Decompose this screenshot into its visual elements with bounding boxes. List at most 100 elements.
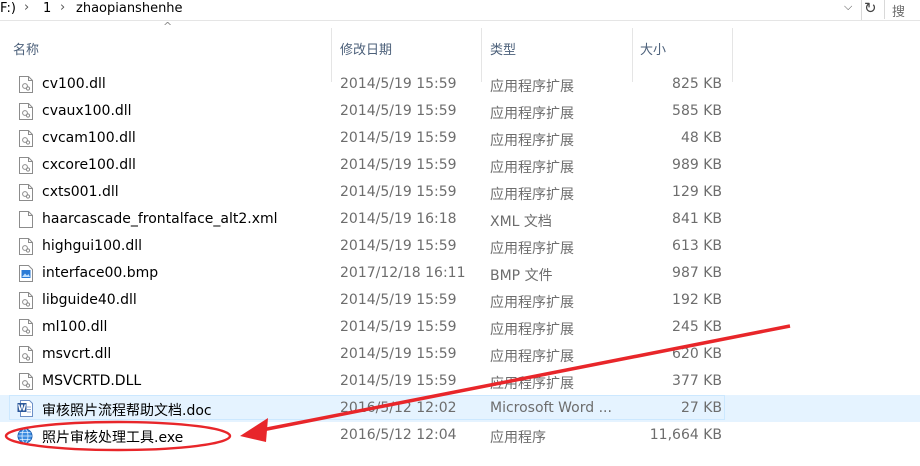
file-type: Microsoft Word ... — [490, 400, 612, 416]
exe-globe-icon — [17, 428, 33, 444]
file-type: 应用程序扩展 — [490, 349, 574, 365]
file-name: libguide40.dll — [42, 292, 137, 308]
file-name: cv100.dll — [42, 76, 106, 92]
file-row[interactable]: libguide40.dll 2014/5/19 15:59 应用程序扩展 19… — [0, 287, 920, 314]
file-type: 应用程序扩展 — [490, 187, 574, 203]
file-row[interactable]: ml100.dll 2014/5/19 15:59 应用程序扩展 245 KB — [0, 314, 920, 341]
file-name: highgui100.dll — [42, 238, 143, 254]
file-row[interactable]: cxcore100.dll 2014/5/19 15:59 应用程序扩展 989… — [0, 152, 920, 179]
file-name: msvcrt.dll — [42, 346, 112, 362]
file-date: 2014/5/19 15:59 — [340, 157, 457, 173]
file-type: XML 文档 — [490, 214, 552, 230]
file-row[interactable]: msvcrt.dll 2014/5/19 15:59 应用程序扩展 620 KB — [0, 341, 920, 368]
dll-file-icon — [19, 346, 33, 363]
file-name: interface00.bmp — [42, 265, 159, 281]
file-row[interactable]: 照片审核处理工具.exe 2016/5/12 12:04 应用程序 11,664… — [0, 422, 920, 449]
file-type: 应用程序扩展 — [490, 79, 574, 95]
breadcrumb-folder-current[interactable]: zhaopianshenhe — [76, 1, 183, 16]
file-size: 377 KB — [672, 373, 722, 389]
file-row[interactable]: interface00.bmp 2017/12/18 16:11 BMP 文件 … — [0, 260, 920, 287]
file-list: cv100.dll 2014/5/19 15:59 应用程序扩展 825 KB … — [0, 71, 920, 449]
file-name: ml100.dll — [42, 319, 108, 335]
file-size: 989 KB — [672, 157, 722, 173]
dll-file-icon — [19, 373, 33, 390]
file-date: 2014/5/19 15:59 — [340, 373, 457, 389]
search-input[interactable]: 搜 — [884, 0, 920, 20]
file-size: 825 KB — [672, 76, 722, 92]
breadcrumb-folder-1[interactable]: 1 — [43, 1, 51, 16]
file-type: 应用程序扩展 — [490, 376, 574, 392]
file-date: 2014/5/19 15:59 — [340, 130, 457, 146]
sort-ascending-icon: ^ — [163, 20, 173, 33]
file-name: 照片审核处理工具.exe — [42, 430, 184, 446]
dll-file-icon — [19, 319, 33, 336]
file-date: 2014/5/19 15:59 — [340, 238, 457, 254]
dll-file-icon — [19, 130, 33, 147]
file-type: 应用程序扩展 — [490, 241, 574, 257]
search-box-label: 搜 — [892, 5, 906, 20]
file-type: 应用程序扩展 — [490, 295, 574, 311]
dll-file-icon — [19, 103, 33, 120]
column-header-type[interactable]: 类型 — [490, 39, 516, 58]
file-type: 应用程序扩展 — [490, 106, 574, 122]
bmp-file-icon — [19, 265, 33, 282]
file-date: 2014/5/19 15:59 — [340, 292, 457, 308]
divider — [861, 0, 862, 20]
file-name: cxcore100.dll — [42, 157, 136, 173]
address-bar[interactable]: F:) › 1 › zhaopianshenhe ⌵ ↻ 搜 — [0, 0, 920, 21]
file-date: 2016/5/12 12:04 — [340, 427, 457, 443]
file-type: 应用程序 — [490, 430, 546, 446]
chevron-down-icon[interactable]: ⌵ — [844, 0, 852, 14]
file-size: 987 KB — [672, 265, 722, 281]
file-name: cvaux100.dll — [42, 103, 132, 119]
file-type: 应用程序扩展 — [490, 160, 574, 176]
file-row[interactable]: highgui100.dll 2014/5/19 15:59 应用程序扩展 61… — [0, 233, 920, 260]
column-header-name[interactable]: 名称 — [13, 39, 39, 58]
file-row[interactable]: haarcascade_frontalface_alt2.xml 2014/5/… — [0, 206, 920, 233]
svg-text:W: W — [18, 404, 27, 413]
column-header-size[interactable]: 大小 — [640, 39, 666, 58]
column-header-row: ^ 名称 修改日期 类型 大小 — [0, 20, 920, 82]
column-header-date[interactable]: 修改日期 — [340, 39, 392, 58]
file-size: 245 KB — [672, 319, 722, 335]
dll-file-icon — [19, 184, 33, 201]
word-doc-icon: W — [17, 400, 33, 417]
dll-file-icon — [19, 76, 33, 93]
file-size: 620 KB — [672, 346, 722, 362]
file-size: 27 KB — [680, 400, 722, 416]
file-name: 审核照片流程帮助文档.doc — [42, 403, 212, 419]
file-size: 11,664 KB — [649, 427, 722, 443]
file-row[interactable]: MSVCRTD.DLL 2014/5/19 15:59 应用程序扩展 377 K… — [0, 368, 920, 395]
file-size: 48 KB — [680, 130, 722, 146]
file-date: 2016/5/12 12:02 — [340, 400, 457, 416]
breadcrumb-drive[interactable]: F:) — [0, 1, 16, 16]
file-name: MSVCRTD.DLL — [42, 373, 142, 389]
file-date: 2014/5/19 15:59 — [340, 319, 457, 335]
file-date: 2014/5/19 15:59 — [340, 184, 457, 200]
file-name: haarcascade_frontalface_alt2.xml — [42, 211, 278, 227]
file-row[interactable]: cvcam100.dll 2014/5/19 15:59 应用程序扩展 48 K… — [0, 125, 920, 152]
dll-file-icon — [19, 292, 33, 309]
chevron-right-icon[interactable]: › — [60, 0, 65, 15]
file-size: 613 KB — [672, 238, 722, 254]
dll-file-icon — [19, 238, 33, 255]
file-type: 应用程序扩展 — [490, 133, 574, 149]
file-date: 2014/5/19 15:59 — [340, 76, 457, 92]
file-size: 192 KB — [672, 292, 722, 308]
file-row[interactable]: W 审核照片流程帮助文档.doc 2016/5/12 12:02 Microso… — [0, 395, 920, 422]
file-date: 2014/5/19 15:59 — [340, 103, 457, 119]
file-row[interactable]: cvaux100.dll 2014/5/19 15:59 应用程序扩展 585 … — [0, 98, 920, 125]
file-date: 2014/5/19 16:18 — [340, 211, 457, 227]
file-size: 129 KB — [672, 184, 722, 200]
file-type: BMP 文件 — [490, 268, 553, 284]
xml-file-icon — [19, 211, 33, 228]
file-type: 应用程序扩展 — [490, 322, 574, 338]
file-name: cxts001.dll — [42, 184, 119, 200]
file-row[interactable]: cv100.dll 2014/5/19 15:59 应用程序扩展 825 KB — [0, 71, 920, 98]
refresh-icon[interactable]: ↻ — [864, 0, 877, 17]
file-size: 841 KB — [672, 211, 722, 227]
file-row[interactable]: cxts001.dll 2014/5/19 15:59 应用程序扩展 129 K… — [0, 179, 920, 206]
chevron-right-icon[interactable]: › — [24, 0, 29, 15]
file-date: 2017/12/18 16:11 — [340, 265, 466, 281]
dll-file-icon — [19, 157, 33, 174]
